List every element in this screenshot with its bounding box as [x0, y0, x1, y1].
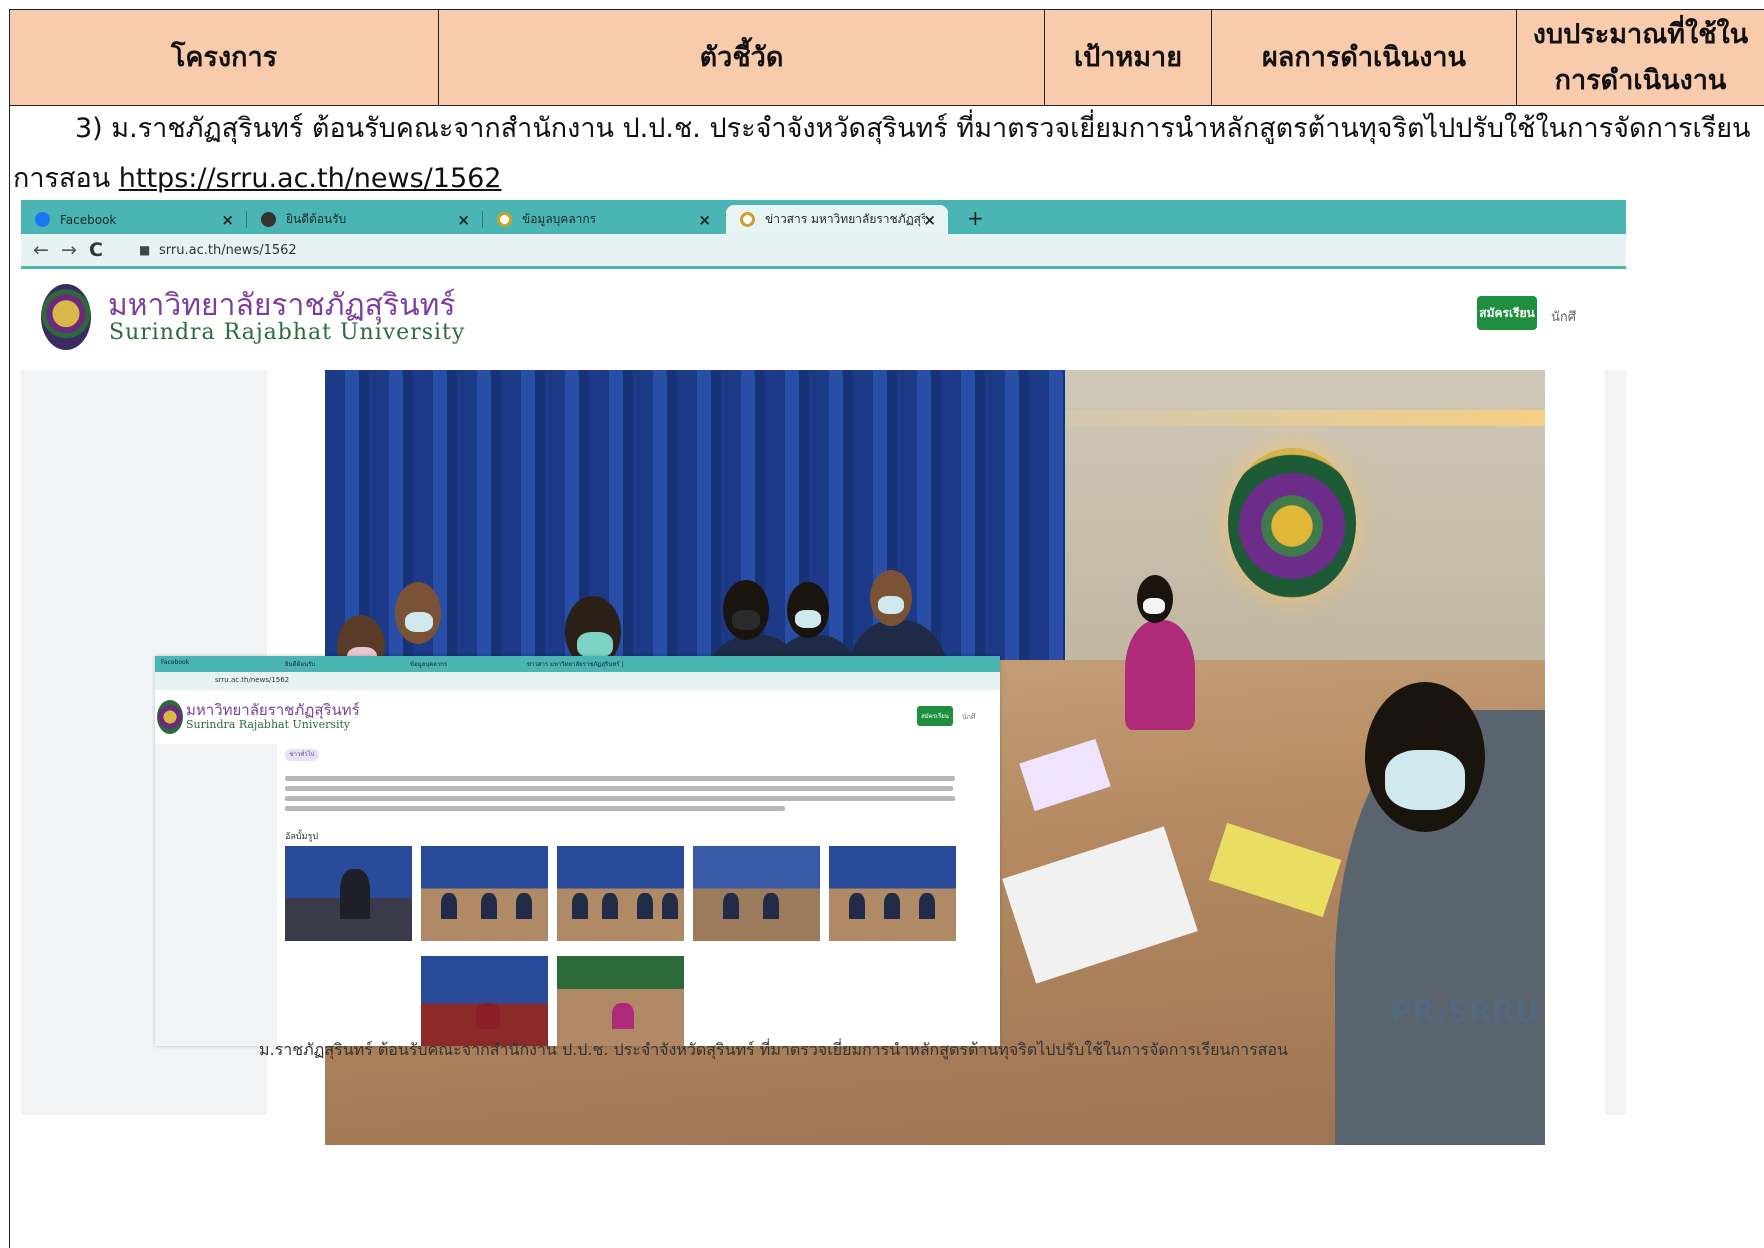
inset-category-tag: ข่าวทั่วไป	[285, 749, 319, 761]
inset-university-logo	[157, 700, 183, 734]
table-header-row: โครงการ ตัวชี้วัด เป้าหมาย ผลการดำเนินงา…	[10, 10, 1764, 106]
inset-url: srru.ac.th/news/1562	[215, 676, 290, 684]
close-icon[interactable]: ×	[457, 211, 470, 229]
address-bar: ← → C ■ srru.ac.th/news/1562	[21, 234, 1626, 269]
tab-label: ข้อมูลบุคลากร	[522, 212, 597, 226]
url-field[interactable]: srru.ac.th/news/1562	[159, 243, 297, 258]
inset-tab-label: ยินดีต้อนรับ	[285, 661, 316, 668]
inset-address-bar: srru.ac.th/news/1562	[155, 672, 1000, 690]
inset-tabbar: Facebook ยินดีต้อนรับ ข้อมูลบุคลากร ข่าว…	[155, 656, 1000, 672]
facebook-icon	[35, 212, 50, 227]
inset-apply-button: สมัครเรียน	[917, 706, 953, 726]
lock-icon: ■	[139, 243, 151, 257]
inset-browser-screenshot: Facebook ยินดีต้อนรับ ข้อมูลบุคลากร ข่าว…	[155, 656, 1000, 1046]
back-arrow-icon[interactable]: ←	[33, 239, 49, 261]
tab-label: ยินดีต้อนรับ	[286, 212, 347, 226]
close-icon[interactable]: ×	[923, 211, 936, 229]
photo-watermark: PR.SRRU	[1390, 995, 1540, 1030]
inset-tab-label: Facebook	[161, 659, 190, 666]
album-thumbnail	[557, 846, 684, 941]
header-budget: งบประมาณที่ใช้ใน การดำเนินงาน	[1517, 10, 1764, 105]
album-thumbnail	[557, 956, 684, 1046]
header-project: โครงการ	[10, 10, 439, 105]
forward-arrow-icon[interactable]: →	[61, 239, 77, 261]
site-name-english: Surindra Rajabhat University	[109, 320, 466, 345]
tab-facebook[interactable]: Facebook ×	[21, 205, 246, 234]
tab-news-active[interactable]: ข่าวสาร มหาวิทยาลัยราชภัฏสุรินทร์ | S ×	[726, 205, 948, 234]
apply-button[interactable]: สมัครเรียน	[1477, 296, 1537, 330]
inset-tab-label: ข้อมูลบุคลากร	[410, 661, 448, 668]
right-gutter	[1605, 370, 1626, 1115]
tab-personnel[interactable]: ข้อมูลบุคลากร ×	[483, 205, 723, 234]
header-results: ผลการดำเนินงาน	[1212, 10, 1517, 105]
header-indicator: ตัวชี้วัด	[439, 10, 1045, 105]
album-thumbnail	[421, 846, 548, 941]
tab-label: ข่าวสาร มหาวิทยาลัยราชภัฏสุรินทร์ | S	[765, 212, 925, 226]
album-thumbnail	[421, 956, 548, 1046]
album-thumbnail	[285, 846, 412, 941]
header-target: เป้าหมาย	[1045, 10, 1212, 105]
reload-icon[interactable]: C	[89, 239, 103, 261]
new-tab-button[interactable]: +	[967, 206, 984, 230]
close-icon[interactable]: ×	[221, 211, 234, 229]
inset-nav-menu: นักศึ	[962, 713, 976, 721]
news-caption: ม.ราชภัฏสุรินทร์ ต้อนรับคณะจากสำนักงาน ป…	[259, 1040, 1288, 1059]
inset-site-name-english: Surindra Rajabhat University	[186, 718, 351, 731]
news-link[interactable]: https://srru.ac.th/news/1562	[119, 163, 502, 194]
album-thumbnail	[693, 846, 820, 941]
site-favicon	[497, 212, 512, 227]
university-emblem	[1228, 448, 1356, 598]
tab-label: Facebook	[60, 212, 117, 227]
site-header: มหาวิทยาลัยราชภัฏสุรินทร์ Surindra Rajab…	[21, 272, 1626, 370]
site-favicon	[740, 212, 755, 227]
tab-welcome[interactable]: ยินดีต้อนรับ ×	[247, 205, 482, 234]
close-icon[interactable]: ×	[698, 211, 711, 229]
inset-tab-label: ข่าวสาร มหาวิทยาลัยราชภัฏสุรินทร์ |	[527, 661, 623, 668]
nav-menu-student[interactable]: นักศึ	[1551, 306, 1576, 327]
globe-icon	[261, 212, 276, 227]
university-logo[interactable]	[41, 284, 91, 350]
result-paragraph: 3) ม.ราชภัฏสุรินทร์ ต้อนรับคณะจากสำนักงา…	[13, 104, 1753, 204]
browser-tabbar: Facebook × ยินดีต้อนรับ × ข้อมูลบุคลากร …	[21, 200, 1626, 234]
inset-album-title: อัลบั้มรูป	[285, 832, 319, 842]
album-thumbnail	[829, 846, 956, 941]
browser-screenshot: Facebook × ยินดีต้อนรับ × ข้อมูลบุคลากร …	[21, 200, 1626, 1205]
